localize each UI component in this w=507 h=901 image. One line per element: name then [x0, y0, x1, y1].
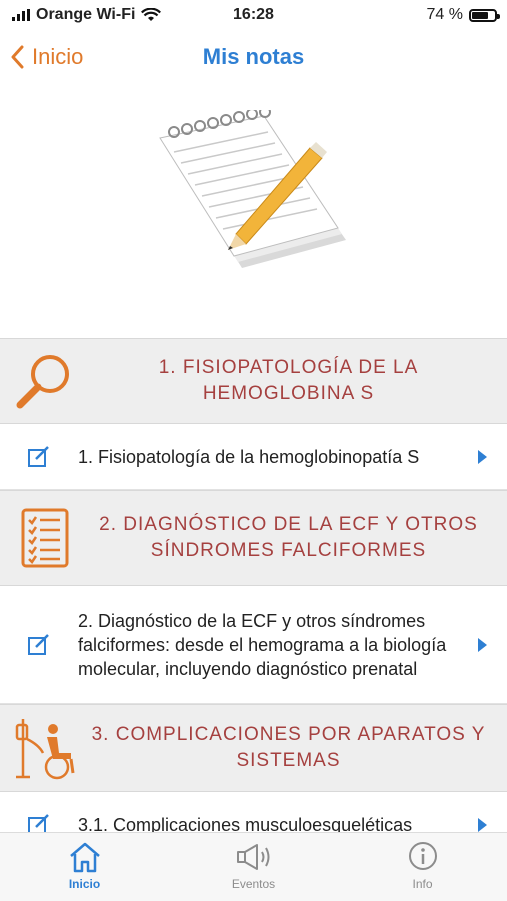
- section-title: 3. COMPLICACIONES POR APARATOS Y SISTEMA…: [91, 724, 486, 771]
- section-header-1: 1. FISIOPATOLOGÍA DE LA HEMOGLOBINA S: [0, 338, 507, 424]
- page-title: Mis notas: [202, 44, 305, 69]
- status-bar: Orange Wi-Fi 16:28 74 %: [0, 0, 507, 30]
- edit-note-icon: [28, 633, 49, 655]
- note-item[interactable]: 1. Fisiopatología de la hemoglobinopatía…: [0, 424, 507, 490]
- wheelchair-iv-icon: [15, 719, 75, 780]
- info-icon: [408, 842, 437, 870]
- battery-icon: [469, 8, 500, 22]
- section-title: 2. DIAGNÓSTICO DE LA ECF Y OTROS SÍNDROM…: [99, 514, 478, 561]
- chevron-right-icon: [478, 449, 487, 464]
- section-header-2: 2. DIAGNÓSTICO DE LA ECF Y OTROS SÍNDROM…: [0, 490, 507, 586]
- tab-label: Info: [412, 877, 433, 891]
- battery-percent: 74 %: [426, 6, 463, 23]
- battery-fill: [472, 11, 488, 19]
- tab-eventos[interactable]: Eventos: [169, 833, 338, 901]
- tab-info[interactable]: Info: [338, 833, 507, 901]
- section-title: 1. FISIOPATOLOGÍA DE LA HEMOGLOBINA S: [158, 357, 419, 404]
- note-item[interactable]: 2. Diagnóstico de la ECF y otros síndrom…: [0, 586, 507, 704]
- notepad-pencil-illustration: [150, 106, 360, 290]
- section-header-3: 3. COMPLICACIONES POR APARATOS Y SISTEMA…: [0, 704, 507, 792]
- checklist-icon: [21, 508, 69, 568]
- tab-label: Eventos: [231, 877, 276, 891]
- chevron-right-icon: [478, 637, 487, 652]
- megaphone-icon: [236, 844, 269, 870]
- notes-list: 1. FISIOPATOLOGÍA DE LA HEMOGLOBINA S 1.…: [0, 338, 507, 858]
- note-label: 2. Diagnóstico de la ECF y otros síndrom…: [78, 610, 447, 679]
- home-icon: [69, 842, 100, 873]
- note-label: 1. Fisiopatología de la hemoglobinopatía…: [78, 446, 420, 467]
- tab-label: Inicio: [68, 877, 101, 891]
- chevron-right-icon: [478, 817, 487, 832]
- tab-inicio[interactable]: Inicio: [0, 833, 169, 901]
- navigation-bar: Inicio Mis notas: [0, 30, 507, 84]
- magnifier-icon: [16, 355, 69, 409]
- tab-bar: Inicio Eventos Info: [0, 832, 507, 901]
- edit-note-icon: [28, 445, 49, 467]
